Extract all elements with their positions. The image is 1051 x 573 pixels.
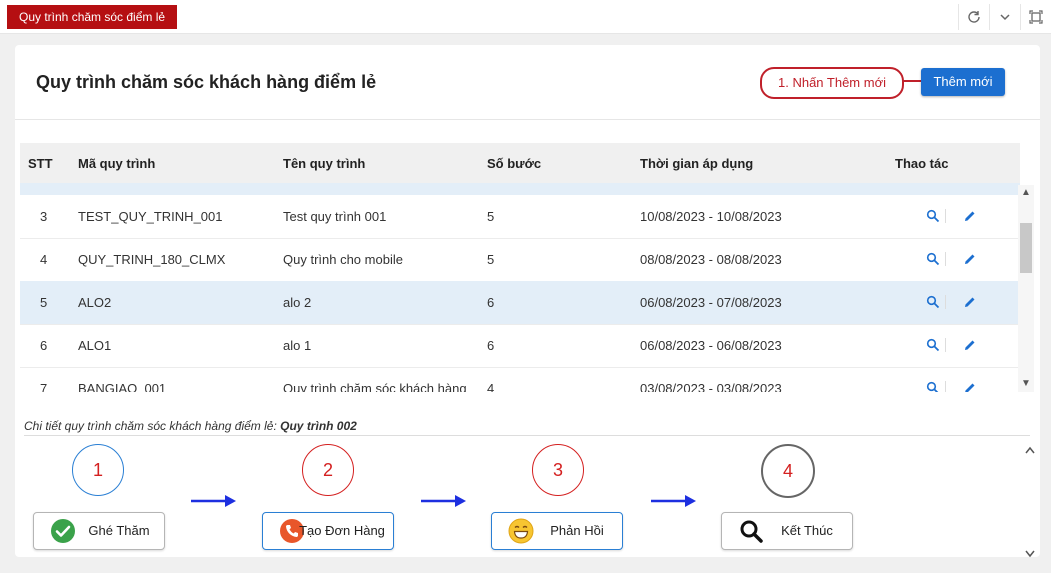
step-number-4: 4 — [761, 444, 815, 498]
edit-icon[interactable] — [963, 381, 977, 392]
cell-stt: 7 — [40, 381, 48, 392]
search-icon — [740, 520, 763, 543]
table-scrollbar[interactable] — [1018, 185, 1034, 392]
instruction-callout: 1. Nhấn Thêm mới — [760, 67, 904, 99]
cell-period: 10/08/2023 - 10/08/2023 — [640, 209, 782, 224]
process-steps: 1 Ghé Thăm 2 Tạo Đơn Hàng 3 Phản Hồi 4 K… — [15, 440, 1040, 557]
cell-name: alo 1 — [283, 338, 312, 353]
cell-name: Quy trình cho mobile — [283, 252, 403, 267]
divider — [15, 119, 1040, 120]
cell-stt: 3 — [40, 209, 48, 224]
action-separator — [945, 338, 946, 352]
table-row-selected[interactable]: 5 ALO2 alo 2 6 06/08/2023 - 07/08/2023 — [20, 281, 1020, 325]
edit-icon[interactable] — [963, 209, 977, 223]
cell-steps: 6 — [487, 338, 495, 353]
cell-name: Test quy trình 001 — [283, 209, 387, 224]
page-title: Quy trình chăm sóc khách hàng điểm lẻ — [36, 72, 377, 92]
action-separator — [945, 252, 946, 266]
column-header-actions: Thao tác — [895, 156, 949, 171]
cell-period: 03/08/2023 - 03/08/2023 — [640, 381, 782, 392]
table-row[interactable]: 7 BANGIAO_001 Quy trình chăm sóc khách h… — [20, 367, 1020, 392]
view-icon[interactable] — [926, 381, 940, 392]
column-header-period[interactable]: Thời gian áp dụng — [640, 156, 753, 171]
action-separator — [945, 381, 946, 392]
cell-stt: 4 — [40, 252, 48, 267]
table-header: STT Mã quy trình Tên quy trình Số bước T… — [20, 143, 1020, 183]
table-body: 3 TEST_QUY_TRINH_001 Test quy trình 001 … — [20, 195, 1020, 392]
table-row[interactable]: 3 TEST_QUY_TRINH_001 Test quy trình 001 … — [20, 195, 1020, 239]
detail-scrollbar[interactable] — [1021, 436, 1039, 559]
table-header-shadow — [20, 183, 1020, 195]
step-label: Phản Hồi — [550, 523, 604, 538]
step-phan-hoi[interactable]: Phản Hồi — [491, 512, 623, 550]
edit-icon[interactable] — [963, 295, 977, 309]
detail-process-name: Quy trình 002 — [280, 419, 357, 433]
step-number-2: 2 — [302, 444, 354, 496]
edit-icon[interactable] — [963, 338, 977, 352]
step-label: Ghé Thăm — [88, 523, 150, 538]
column-header-stt[interactable]: STT — [28, 156, 53, 171]
cell-steps: 6 — [487, 295, 495, 310]
table-row[interactable]: 6 ALO1 alo 1 6 06/08/2023 - 06/08/2023 — [20, 324, 1020, 368]
cell-code: BANGIAO_001 — [78, 381, 167, 392]
edit-icon[interactable] — [963, 252, 977, 266]
cell-code: ALO1 — [78, 338, 112, 353]
cell-code: ALO2 — [78, 295, 112, 310]
view-icon[interactable] — [926, 295, 940, 309]
column-header-steps[interactable]: Số bước — [487, 156, 541, 171]
step-number-1: 1 — [72, 444, 124, 496]
step-tao-don-hang[interactable]: Tạo Đơn Hàng — [262, 512, 394, 550]
table-row[interactable]: 4 QUY_TRINH_180_CLMX Quy trình cho mobil… — [20, 238, 1020, 282]
step-number-3: 3 — [532, 444, 584, 496]
cell-steps: 5 — [487, 252, 495, 267]
step-label: Tạo Đơn Hàng — [299, 523, 385, 538]
check-circle-icon — [51, 519, 75, 543]
action-separator — [945, 295, 946, 309]
cell-period: 06/08/2023 - 07/08/2023 — [640, 295, 782, 310]
callout-pointer — [902, 80, 923, 82]
column-header-code[interactable]: Mã quy trình — [78, 156, 155, 171]
cell-stt: 5 — [40, 295, 48, 310]
maximize-icon[interactable] — [1020, 4, 1051, 30]
window-controls — [958, 4, 1051, 30]
detail-divider — [24, 435, 1030, 436]
arrow-right-icon — [191, 495, 236, 507]
cell-code: QUY_TRINH_180_CLMX — [78, 252, 226, 267]
cell-name: Quy trình chăm sóc khách hàng — [283, 381, 467, 392]
action-separator — [945, 209, 946, 223]
cell-steps: 4 — [487, 381, 495, 392]
scrollbar-thumb[interactable] — [1020, 223, 1032, 273]
step-ket-thuc[interactable]: Kết Thúc — [721, 512, 853, 550]
chevron-down-icon[interactable] — [989, 4, 1020, 30]
arrow-right-icon — [421, 495, 466, 507]
add-new-button[interactable]: Thêm mới — [921, 68, 1005, 96]
refresh-icon[interactable] — [958, 4, 989, 30]
scroll-up-icon[interactable]: ▲ — [1020, 187, 1032, 199]
arrow-right-icon — [651, 495, 696, 507]
smile-icon — [508, 518, 534, 544]
cell-period: 06/08/2023 - 06/08/2023 — [640, 338, 782, 353]
cell-steps: 5 — [487, 209, 495, 224]
top-bar: Quy trình chăm sóc điểm lẻ — [0, 0, 1051, 34]
view-icon[interactable] — [926, 252, 940, 266]
step-label: Kết Thúc — [781, 523, 833, 538]
main-card: Quy trình chăm sóc khách hàng điểm lẻ 1.… — [15, 45, 1040, 557]
column-header-name[interactable]: Tên quy trình — [283, 156, 365, 171]
cell-stt: 6 — [40, 338, 48, 353]
cell-code: TEST_QUY_TRINH_001 — [78, 209, 223, 224]
cell-period: 08/08/2023 - 08/08/2023 — [640, 252, 782, 267]
tab-process-retail[interactable]: Quy trình chăm sóc điểm lẻ — [7, 5, 178, 29]
view-icon[interactable] — [926, 209, 940, 223]
cell-name: alo 2 — [283, 295, 312, 310]
detail-caption: Chi tiết quy trình chăm sóc khách hàng đ… — [24, 419, 357, 433]
detail-label: Chi tiết quy trình chăm sóc khách hàng đ… — [24, 419, 277, 433]
view-icon[interactable] — [926, 338, 940, 352]
scroll-down-icon[interactable]: ▼ — [1020, 378, 1032, 390]
step-ghe-tham[interactable]: Ghé Thăm — [33, 512, 165, 550]
